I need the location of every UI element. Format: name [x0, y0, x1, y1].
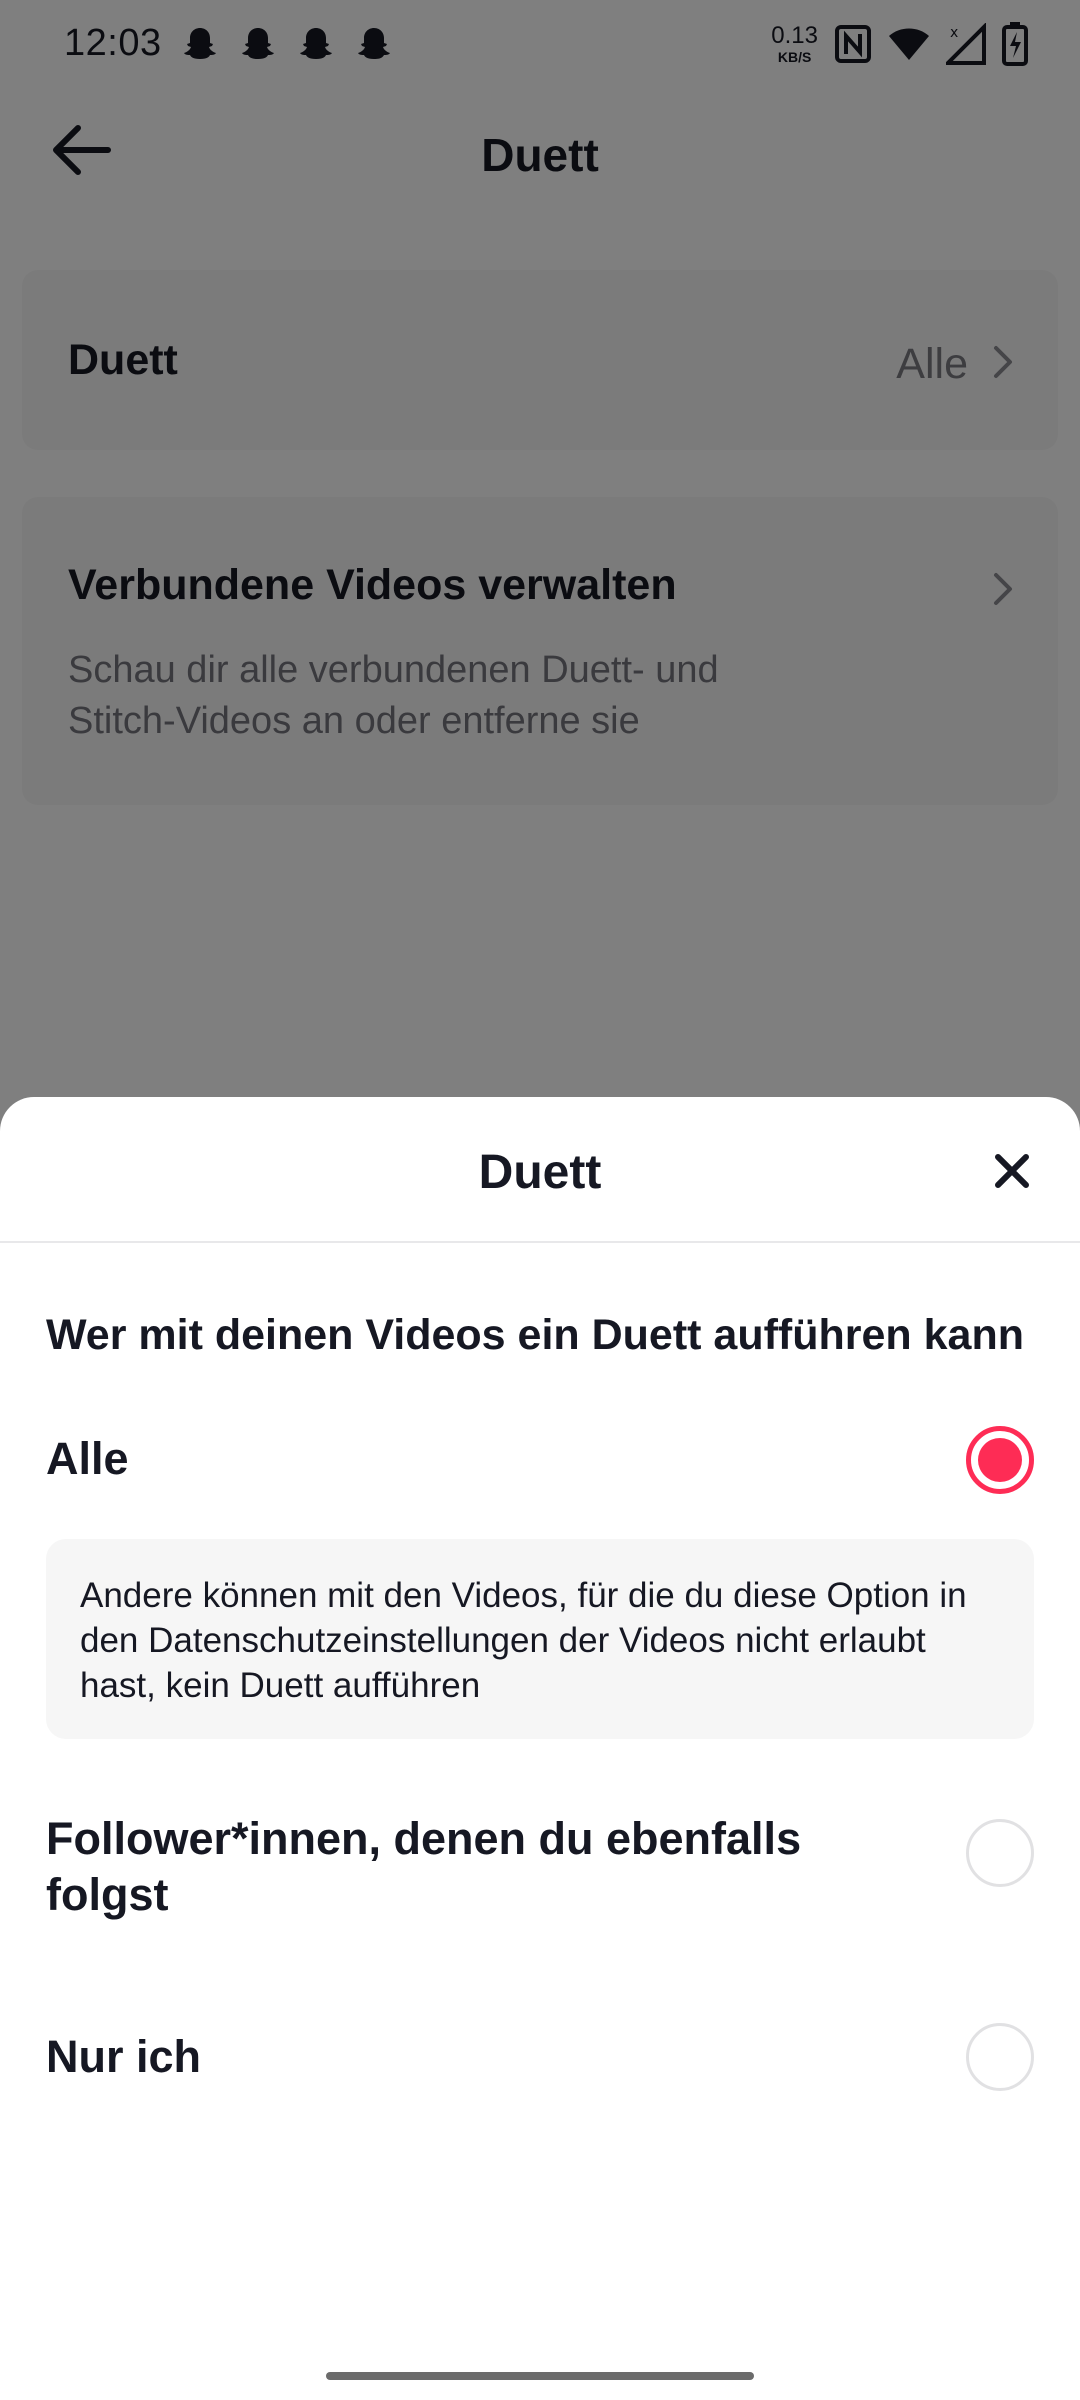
screen: 12:03 0.13 KB/S	[0, 0, 1080, 2400]
close-icon	[995, 1154, 1029, 1188]
option-everyone[interactable]: Alle	[46, 1426, 1034, 1494]
duet-bottom-sheet: Duett Wer mit deinen Videos ein Duett au…	[0, 1097, 1080, 2400]
option-label: Follower*innen, denen du ebenfalls folgs…	[46, 1813, 802, 1920]
sheet-subtitle: Wer mit deinen Videos ein Duett aufführe…	[46, 1311, 1024, 1359]
radio-selected[interactable]	[966, 1426, 1034, 1494]
option-label: Nur ich	[46, 2031, 202, 2082]
home-indicator[interactable]	[326, 2372, 754, 2380]
option-label: Alle	[46, 1433, 129, 1484]
sheet-title: Duett	[478, 1146, 602, 1199]
option-only-me[interactable]: Nur ich	[46, 2023, 1034, 2091]
radio-unselected[interactable]	[966, 2023, 1034, 2091]
info-box: Andere können mit den Videos, für die du…	[46, 1539, 1034, 1739]
sheet-header: Duett	[0, 1097, 1080, 1243]
option-mutual-followers[interactable]: Follower*innen, denen du ebenfalls folgs…	[46, 1811, 1034, 1923]
close-button[interactable]	[984, 1143, 1040, 1199]
radio-unselected[interactable]	[966, 1819, 1034, 1887]
